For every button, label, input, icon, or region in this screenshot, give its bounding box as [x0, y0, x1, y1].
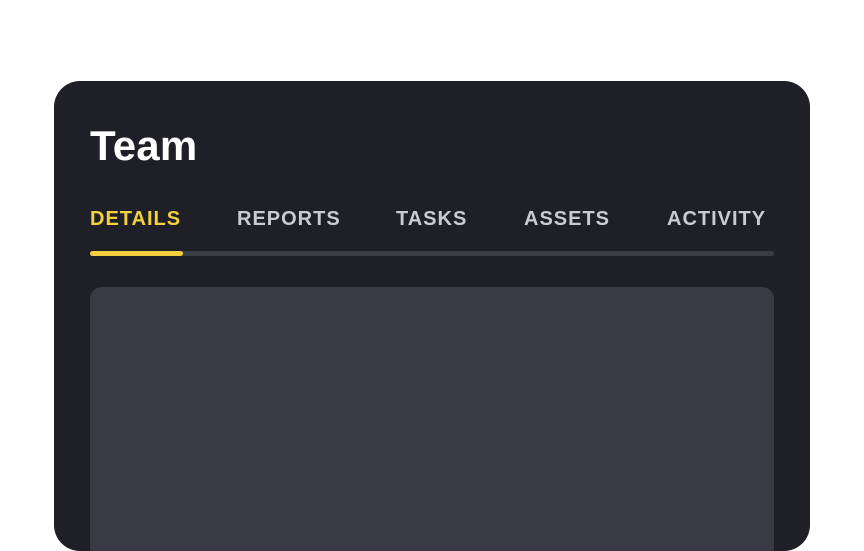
tab-reports[interactable]: REPORTS — [237, 207, 341, 231]
page-title: Team — [90, 122, 198, 169]
tab-indicator-track — [90, 251, 774, 256]
active-tab-indicator — [90, 251, 183, 256]
tab-activity[interactable]: ACTIVITY — [667, 207, 766, 231]
tab-assets[interactable]: ASSETS — [524, 207, 610, 231]
team-card: Team DETAILS REPORTS TASKS ASSETS ACTIVI… — [54, 81, 810, 551]
content-panel — [90, 287, 774, 551]
tab-details[interactable]: DETAILS — [90, 207, 181, 231]
tab-bar: DETAILS REPORTS TASKS ASSETS ACTIVITY — [90, 207, 774, 231]
tab-tasks[interactable]: TASKS — [396, 207, 467, 231]
